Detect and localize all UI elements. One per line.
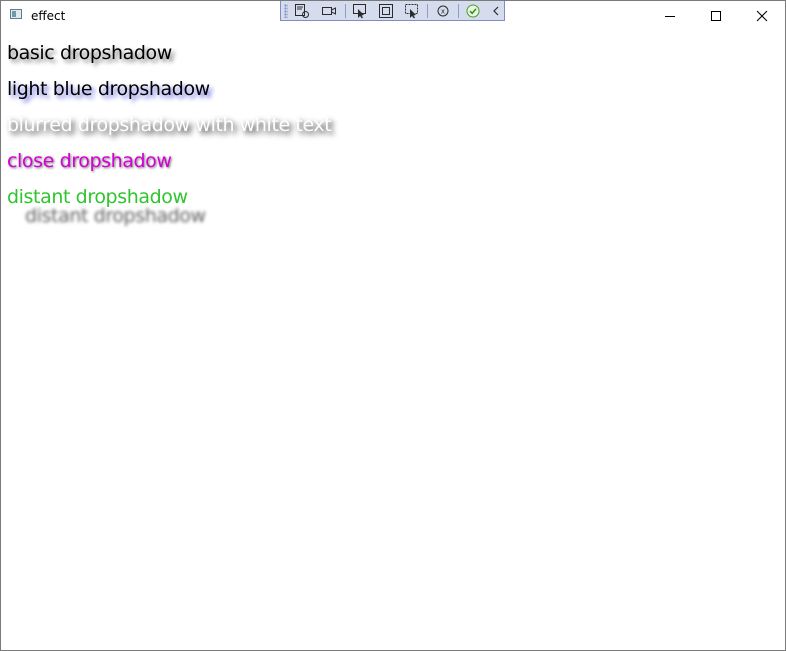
track-focus-icon[interactable] <box>403 3 421 19</box>
svg-text:x: x <box>441 8 445 16</box>
select-element-icon[interactable] <box>293 3 311 19</box>
close-dropshadow-text: close dropshadow <box>7 150 172 172</box>
app-window: effect x basic dropshadow light blue dro… <box>0 0 786 651</box>
debug-toolbar: x <box>280 1 505 21</box>
check-icon[interactable] <box>464 3 482 19</box>
pointer-select-icon[interactable] <box>351 3 369 19</box>
app-icon <box>10 9 22 19</box>
minimize-button[interactable] <box>647 1 693 31</box>
video-camera-icon[interactable] <box>320 3 338 19</box>
collapse-chevron-icon[interactable] <box>487 3 505 19</box>
distant-dropshadow-text: distant dropshadow <box>7 186 188 208</box>
maximize-button[interactable] <box>693 1 739 31</box>
toolbar-grip[interactable] <box>284 4 288 18</box>
minimize-icon <box>665 16 675 17</box>
window-title: effect <box>31 9 66 23</box>
close-button[interactable] <box>739 1 785 31</box>
blurred-dropshadow-white-text: blurred dropshadow with white text <box>7 114 332 136</box>
layout-adorner-icon[interactable] <box>377 3 395 19</box>
maximize-icon <box>711 11 721 21</box>
hot-reload-icon[interactable]: x <box>434 3 452 19</box>
title-bar[interactable]: effect x <box>1 1 785 31</box>
close-icon <box>756 10 768 22</box>
light-blue-dropshadow-text: light blue dropshadow <box>7 78 210 100</box>
basic-dropshadow-text: basic dropshadow <box>7 42 172 64</box>
